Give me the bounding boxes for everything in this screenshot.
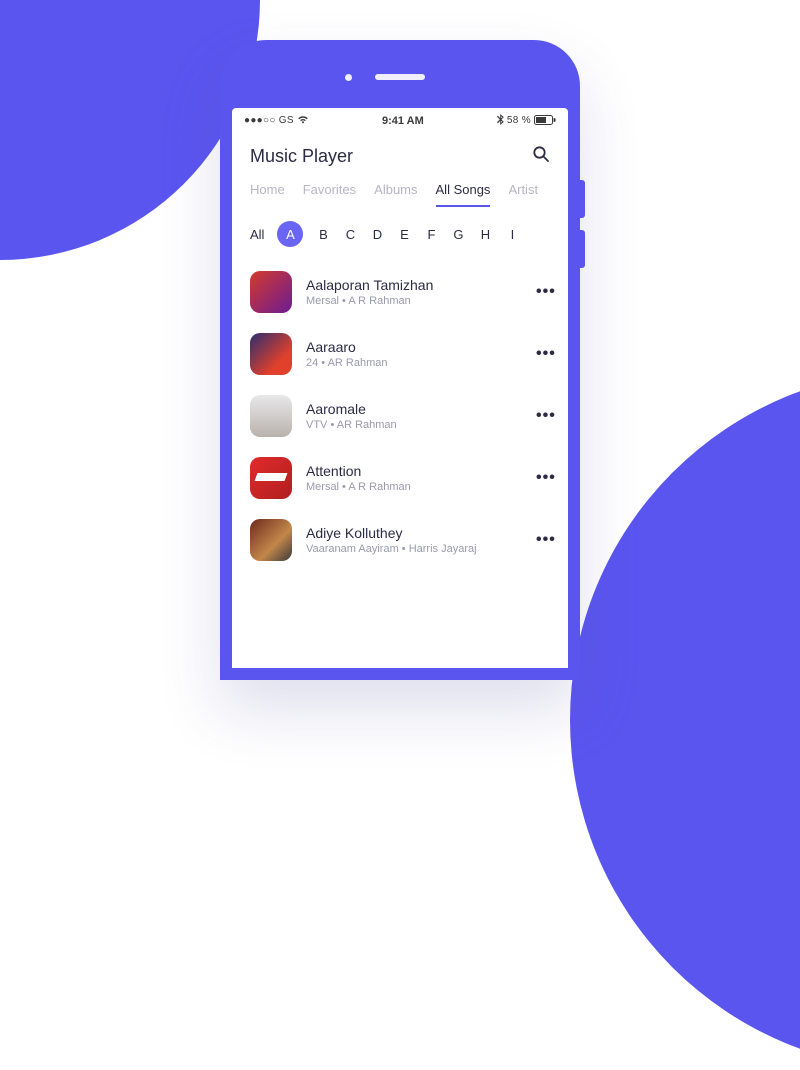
phone-screen: ●●●○○ GS 9:41 AM 58 % Music Player [232,108,568,668]
search-button[interactable] [532,145,550,168]
bluetooth-icon [497,114,504,127]
album-art [250,333,292,375]
status-time: 9:41 AM [382,115,424,127]
phone-side-button [580,230,585,268]
song-row[interactable]: Adiye Kolluthey Vaaranam Aayiram • Harri… [250,509,562,571]
more-button[interactable]: ••• [536,469,562,487]
more-button[interactable]: ••• [536,531,562,549]
alpha-letter-d[interactable]: D [370,227,384,242]
alpha-letter-a[interactable]: A [277,221,303,247]
page-title: Music Player [250,146,353,167]
song-subtitle: Mersal • A R Rahman [306,481,522,493]
song-subtitle: VTV • AR Rahman [306,419,522,431]
alpha-letter-h[interactable]: H [478,227,492,242]
alpha-letter-e[interactable]: E [397,227,411,242]
song-title: Attention [306,463,522,479]
tab-bar: Home Favorites Albums All Songs Artist [232,176,568,207]
phone-frame: ●●●○○ GS 9:41 AM 58 % Music Player [220,40,580,680]
alpha-letter-b[interactable]: B [316,227,330,242]
battery-pct: 58 % [507,115,531,126]
carrier-label: GS [279,115,294,126]
song-subtitle: 24 • AR Rahman [306,357,522,369]
alpha-letter-c[interactable]: C [343,227,357,242]
song-subtitle: Mersal • A R Rahman [306,295,522,307]
alpha-all[interactable]: All [250,227,264,242]
song-title: Adiye Kolluthey [306,525,522,541]
song-title: Aaraaro [306,339,522,355]
tab-artist[interactable]: Artist [508,182,538,207]
more-icon: ••• [536,407,556,424]
alpha-letter-f[interactable]: F [424,227,438,242]
song-subtitle: Vaaranam Aayiram • Harris Jayaraj [306,543,522,555]
alpha-letter-i[interactable]: I [505,227,519,242]
song-list: Aalaporan Tamizhan Mersal • A R Rahman •… [232,257,568,571]
alpha-letter-g[interactable]: G [451,227,465,242]
phone-side-button [580,180,585,218]
tab-all-songs[interactable]: All Songs [436,182,491,207]
more-button[interactable]: ••• [536,407,562,425]
tab-home[interactable]: Home [250,182,285,207]
status-left: ●●●○○ GS [244,115,309,126]
more-button[interactable]: ••• [536,283,562,301]
song-row[interactable]: Aaromale VTV • AR Rahman ••• [250,385,562,447]
more-icon: ••• [536,469,556,486]
album-art [250,519,292,561]
status-right: 58 % [497,114,556,127]
song-title: Aalaporan Tamizhan [306,277,522,293]
song-title: Aaromale [306,401,522,417]
more-icon: ••• [536,283,556,300]
album-art [250,395,292,437]
tab-favorites[interactable]: Favorites [303,182,356,207]
signal-dots: ●●●○○ [244,115,276,126]
song-row[interactable]: Aaraaro 24 • AR Rahman ••• [250,323,562,385]
album-art [250,457,292,499]
search-icon [532,145,550,163]
album-art [250,271,292,313]
more-button[interactable]: ••• [536,345,562,363]
more-icon: ••• [536,531,556,548]
more-icon: ••• [536,345,556,362]
decorative-blob-bottom [570,370,800,1070]
alpha-index: All A B C D E F G H I [232,207,568,257]
tab-albums[interactable]: Albums [374,182,417,207]
wifi-icon [297,115,309,126]
song-row[interactable]: Attention Mersal • A R Rahman ••• [250,447,562,509]
status-bar: ●●●○○ GS 9:41 AM 58 % [232,108,568,129]
song-row[interactable]: Aalaporan Tamizhan Mersal • A R Rahman •… [250,261,562,323]
battery-icon [534,115,556,127]
